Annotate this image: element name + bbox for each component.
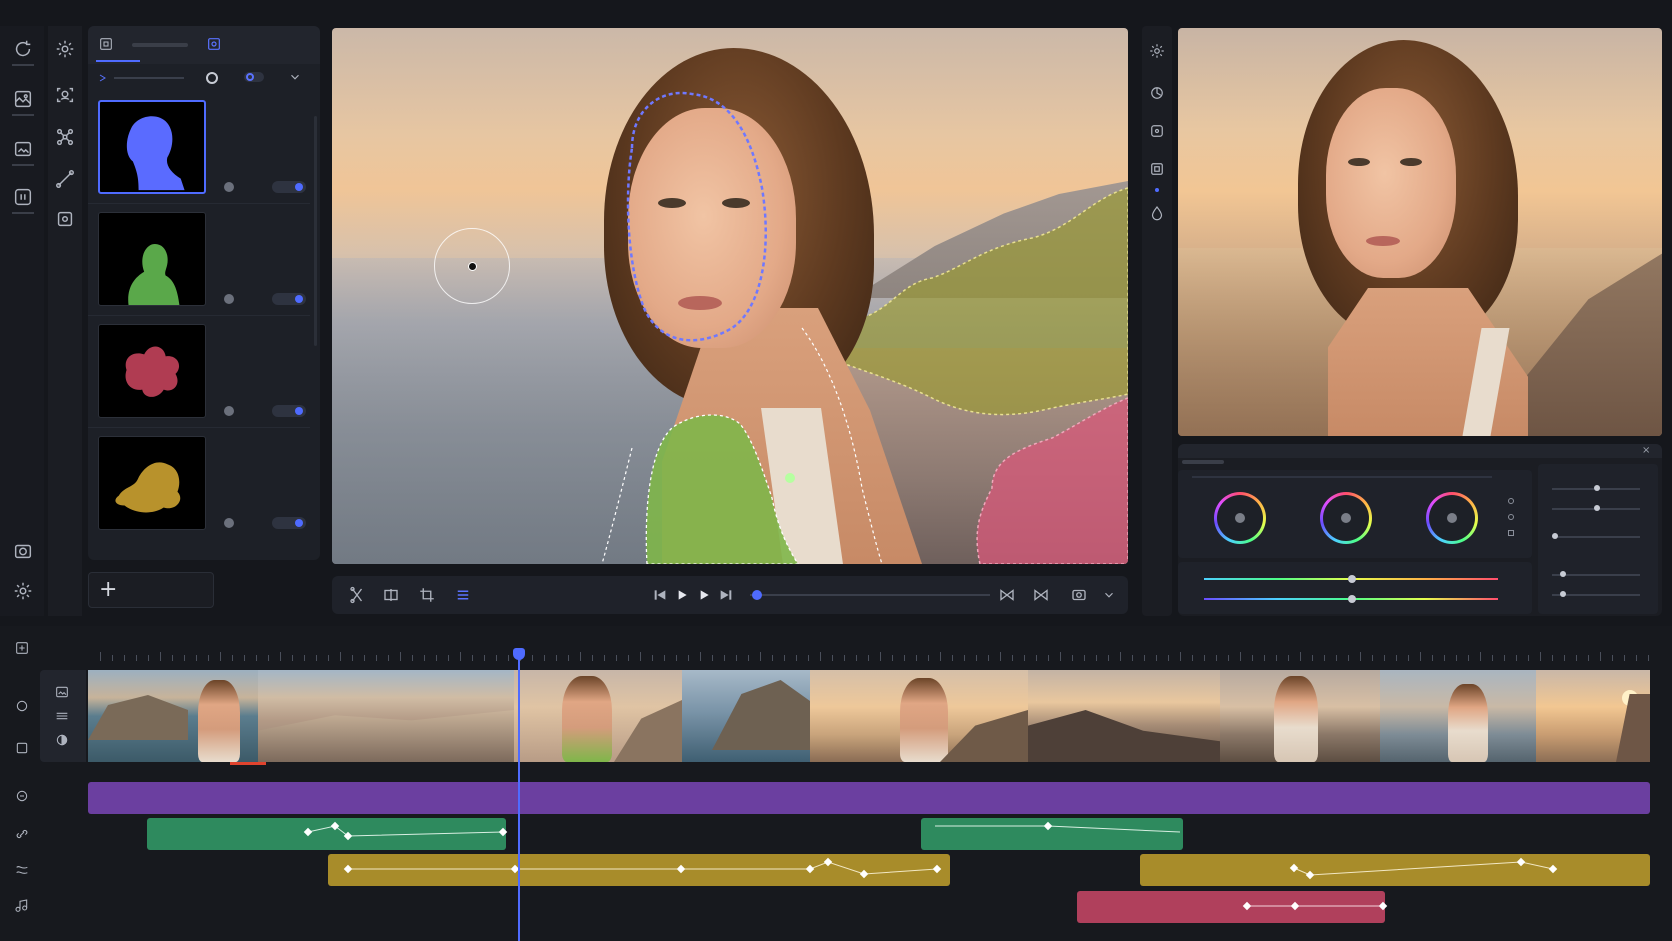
keyframe-curves [307, 825, 1554, 907]
playhead-line [518, 656, 520, 941]
video-editor-app: + × [0, 0, 1672, 941]
